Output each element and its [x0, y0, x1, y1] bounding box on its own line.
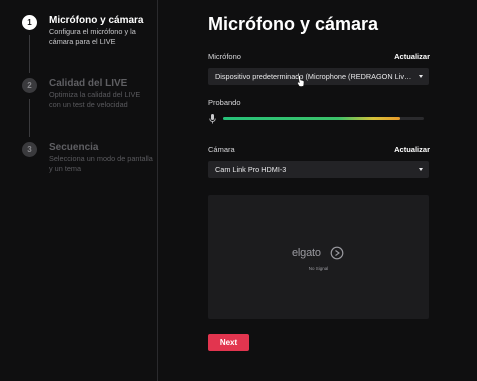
step-number: 3 — [22, 142, 37, 157]
meter-fill — [223, 117, 400, 120]
step-title: Secuencia — [49, 142, 99, 153]
elgato-mark-icon — [330, 246, 344, 260]
mouse-cursor-icon — [297, 75, 305, 87]
testing-label: Probando — [208, 98, 241, 107]
step-number: 2 — [22, 78, 37, 93]
setup-wizard: 1 Micrófono y cámara Configura el micróf… — [0, 0, 477, 381]
brand-text: elgato — [292, 247, 321, 259]
microphone-select[interactable]: Dispositivo predeterminado (Microphone (… — [208, 68, 429, 85]
chevron-down-icon — [419, 75, 423, 78]
step-description: Optimiza la calidad del LIVE con un test… — [49, 90, 141, 109]
step-connector — [29, 35, 30, 73]
microphone-select-value: Dispositivo predeterminado (Microphone (… — [215, 72, 429, 81]
no-signal-text: No Signal — [308, 266, 329, 271]
camera-preview: elgato No Signal — [208, 195, 429, 319]
camera-label: Cámara — [208, 145, 235, 154]
step-description: Selecciona un modo de pantalla y un tema — [49, 154, 153, 173]
microphone-icon — [209, 114, 216, 124]
elgato-logo: elgato — [292, 245, 352, 267]
step-connector — [29, 99, 30, 137]
step-number: 1 — [22, 15, 37, 30]
camera-select[interactable]: Cam Link Pro HDMI-3 — [208, 161, 429, 178]
camera-select-value: Cam Link Pro HDMI-3 — [215, 165, 287, 174]
panel-divider — [157, 0, 158, 381]
steps-panel: 1 Micrófono y cámara Configura el micróf… — [0, 0, 157, 381]
next-button[interactable]: Next — [208, 334, 249, 351]
step-description: Configura el micrófono y la cámara para … — [49, 27, 136, 46]
step-title: Micrófono y cámara — [49, 15, 144, 26]
chevron-down-icon — [419, 168, 423, 171]
camera-refresh-button[interactable]: Actualizar — [394, 145, 430, 154]
microphone-refresh-button[interactable]: Actualizar — [394, 52, 430, 61]
mic-level-meter — [208, 114, 429, 124]
step-title: Calidad del LIVE — [49, 78, 128, 89]
page-title: Micrófono y cámara — [208, 14, 379, 34]
microphone-label: Micrófono — [208, 52, 241, 61]
meter-track — [223, 117, 424, 120]
